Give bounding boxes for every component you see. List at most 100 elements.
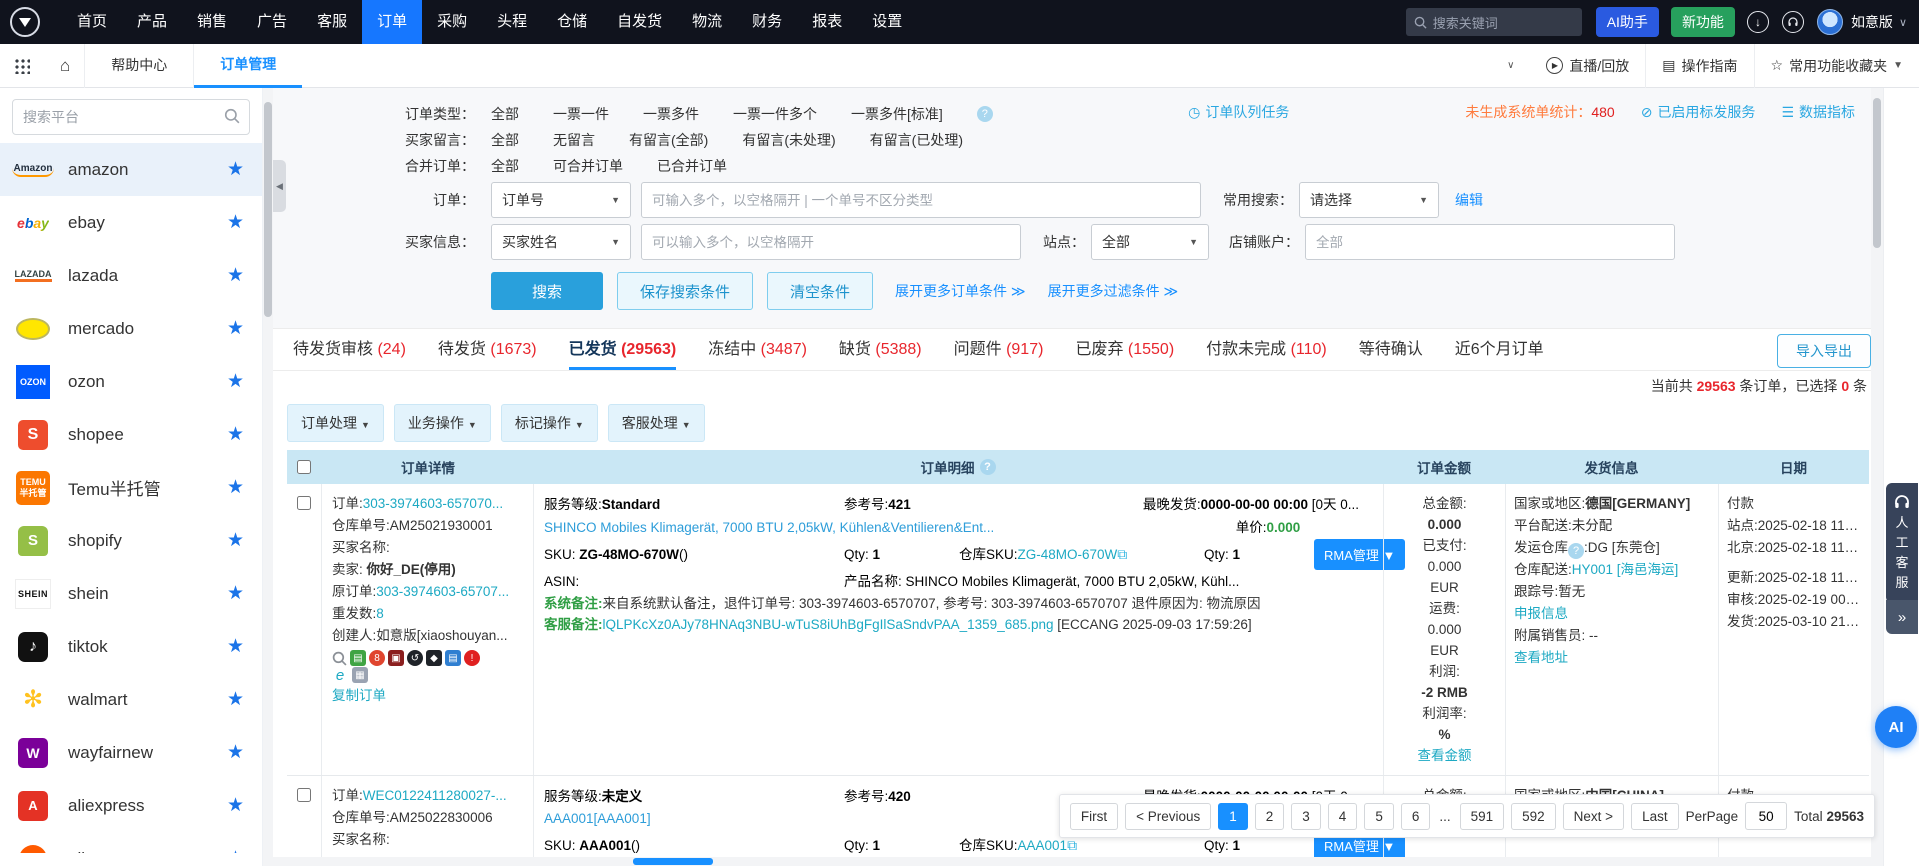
- nav-item-ads[interactable]: 广告: [242, 0, 302, 44]
- page-3-button[interactable]: 3: [1291, 803, 1321, 830]
- platform-item-ozon[interactable]: OZON ozon ★: [0, 355, 262, 408]
- favorite-star-icon[interactable]: ★: [227, 317, 244, 340]
- favorite-star-icon[interactable]: ★: [227, 847, 244, 853]
- favorite-star-icon[interactable]: ★: [227, 635, 244, 658]
- hot-icon[interactable]: 8: [369, 650, 385, 666]
- platform-item-temu[interactable]: TEMU半托管 Temu半托管 ★: [0, 461, 262, 514]
- row-checkbox[interactable]: [297, 496, 311, 510]
- page-2-button[interactable]: 2: [1255, 803, 1285, 830]
- copy-order-link[interactable]: 复制订单: [332, 688, 386, 703]
- favorite-star-icon[interactable]: ★: [227, 211, 244, 234]
- sidebar-scrollbar[interactable]: [263, 88, 273, 866]
- favorite-star-icon[interactable]: ★: [227, 264, 244, 287]
- tab-pending-review[interactable]: 待发货审核 (24): [293, 335, 406, 370]
- save-search-button[interactable]: 保存搜索条件: [617, 272, 753, 310]
- bag-icon[interactable]: ◆: [426, 650, 442, 666]
- refresh-icon[interactable]: ↺: [407, 650, 423, 666]
- order-number-type-select[interactable]: 订单号▼: [491, 182, 631, 218]
- nav-item-products[interactable]: 产品: [122, 0, 182, 44]
- tab-last-6-months[interactable]: 近6个月订单: [1455, 335, 1544, 370]
- favorite-star-icon[interactable]: ★: [227, 158, 244, 181]
- nav-item-customer-service[interactable]: 客服: [302, 0, 362, 44]
- order-queue-task-link[interactable]: ◷订单队列任务: [1188, 102, 1289, 122]
- nav-item-finance[interactable]: 财务: [737, 0, 797, 44]
- doc-icon[interactable]: ▤: [445, 650, 461, 666]
- resend-count-link[interactable]: 8: [376, 606, 384, 621]
- live-replay-link[interactable]: ▶ 直播/回放: [1530, 44, 1645, 87]
- help-icon[interactable]: ?: [1568, 543, 1584, 559]
- page-1-button[interactable]: 1: [1218, 803, 1248, 830]
- user-avatar[interactable]: [1817, 9, 1843, 35]
- platform-item-wayfairnew[interactable]: W wayfairnew ★: [0, 726, 262, 779]
- grid-icon[interactable]: ▦: [352, 667, 368, 683]
- last-page-button[interactable]: Last: [1631, 803, 1679, 830]
- cs-process-menu[interactable]: 客服处理▼: [608, 404, 705, 442]
- platform-item-tiktok[interactable]: ♪ tiktok ★: [0, 620, 262, 673]
- ai-floating-button[interactable]: AI: [1875, 706, 1917, 748]
- apps-grid-icon[interactable]: [14, 58, 30, 74]
- help-icon[interactable]: ?: [977, 106, 993, 122]
- box-icon[interactable]: ▣: [388, 650, 404, 666]
- flag-service-link[interactable]: ⊘已启用标发服务: [1641, 102, 1756, 122]
- expand-rail-button[interactable]: »: [1886, 600, 1918, 634]
- e-script-icon[interactable]: e: [332, 667, 348, 683]
- favorite-star-icon[interactable]: ★: [227, 688, 244, 711]
- nav-item-first-leg[interactable]: 头程: [482, 0, 542, 44]
- edit-link[interactable]: 编辑: [1455, 190, 1483, 210]
- order-type-all[interactable]: 全部: [491, 104, 519, 124]
- page-592-button[interactable]: 592: [1511, 803, 1556, 830]
- content-vertical-scrollbar[interactable]: [1871, 88, 1883, 866]
- more-filter-conditions-link[interactable]: 展开更多过滤条件 ≫: [1048, 281, 1179, 301]
- clear-conditions-button[interactable]: 清空条件: [767, 272, 873, 310]
- tab-order-management[interactable]: 订单管理: [194, 44, 302, 88]
- cs-note-file-link[interactable]: lQLPKcXz0AJy78HNAq3NBU-wTuS8iUhBgFgIlSaS…: [603, 617, 1054, 632]
- receipt-icon[interactable]: ▤: [350, 650, 366, 666]
- guide-link[interactable]: ▤ 操作指南: [1646, 44, 1753, 87]
- msg-handled[interactable]: 有留言(已处理): [870, 130, 963, 150]
- original-order-link[interactable]: 303-3974603-65707...: [376, 584, 509, 599]
- product-title-link[interactable]: AAA001[AAA001]: [544, 811, 651, 826]
- favorite-star-icon[interactable]: ★: [227, 370, 244, 393]
- order-type-single[interactable]: 一票一件: [553, 104, 609, 124]
- page-6-button[interactable]: 6: [1401, 803, 1431, 830]
- headset-icon[interactable]: [1782, 11, 1804, 33]
- order-number-link[interactable]: WEC0122411280027-...: [363, 788, 507, 803]
- nav-item-reports[interactable]: 报表: [797, 0, 857, 44]
- collapse-chevron-icon[interactable]: ∨: [1491, 44, 1530, 87]
- page-591-button[interactable]: 591: [1460, 803, 1505, 830]
- help-center-link[interactable]: 帮助中心: [85, 44, 193, 87]
- ai-assistant-button[interactable]: AI助手: [1596, 7, 1659, 37]
- favorite-star-icon[interactable]: ★: [227, 476, 244, 499]
- row-checkbox[interactable]: [297, 788, 311, 802]
- help-icon[interactable]: ?: [980, 459, 996, 475]
- msg-all[interactable]: 全部: [491, 130, 519, 150]
- business-ops-menu[interactable]: 业务操作▼: [394, 404, 491, 442]
- platform-item-mercado[interactable]: mercado ★: [0, 302, 262, 355]
- new-features-button[interactable]: 新功能: [1671, 7, 1735, 37]
- global-search-input[interactable]: 搜索关键词: [1406, 8, 1582, 36]
- site-select[interactable]: 全部▼: [1091, 224, 1209, 260]
- import-export-button[interactable]: 导入导出: [1777, 334, 1871, 368]
- tab-problem[interactable]: 问题件 (917): [954, 335, 1044, 370]
- chevron-down-icon[interactable]: ∨: [1899, 16, 1907, 29]
- home-icon[interactable]: ⌂: [60, 56, 70, 76]
- tab-to-ship[interactable]: 待发货 (1673): [438, 335, 537, 370]
- nav-item-home[interactable]: 首页: [62, 0, 122, 44]
- alert-icon[interactable]: !: [464, 650, 480, 666]
- order-type-single-multi[interactable]: 一票一件多个: [733, 104, 817, 124]
- download-icon[interactable]: ↓: [1747, 11, 1769, 33]
- perpage-input[interactable]: [1745, 802, 1787, 830]
- mark-ops-menu[interactable]: 标记操作▼: [501, 404, 598, 442]
- favorite-star-icon[interactable]: ★: [227, 423, 244, 446]
- merge-all[interactable]: 全部: [491, 156, 519, 176]
- nav-item-settings[interactable]: 设置: [857, 0, 917, 44]
- msg-has-all[interactable]: 有留言(全部): [629, 130, 708, 150]
- human-customer-service-tab[interactable]: 人 工 客 服: [1886, 483, 1918, 603]
- nav-item-sales[interactable]: 销售: [182, 0, 242, 44]
- tab-awaiting-confirm[interactable]: 等待确认: [1359, 335, 1423, 370]
- platform-item-ebay[interactable]: ebay ebay ★: [0, 196, 262, 249]
- page-5-button[interactable]: 5: [1364, 803, 1394, 830]
- sidebar-collapse-handle[interactable]: ◀: [273, 160, 286, 212]
- common-search-select[interactable]: 请选择▼: [1299, 182, 1439, 218]
- warehouse-sku-link[interactable]: AAA001: [1018, 838, 1068, 853]
